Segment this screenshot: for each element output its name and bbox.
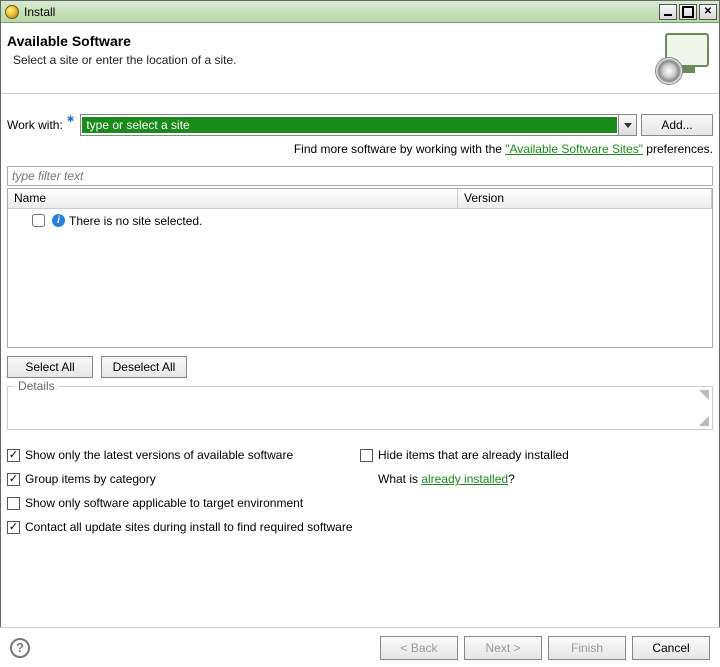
option-group-label: Group items by category: [25, 472, 156, 486]
window-title: Install: [24, 5, 657, 19]
selection-buttons: Select All Deselect All: [7, 356, 713, 378]
chevron-down-icon[interactable]: [618, 115, 636, 135]
title-bar: Install ✕: [1, 1, 719, 23]
options-area: Show only the latest versions of availab…: [7, 448, 713, 534]
available-software-sites-link[interactable]: "Available Software Sites": [505, 142, 643, 156]
column-version[interactable]: Version: [458, 189, 712, 208]
cancel-button[interactable]: Cancel: [632, 636, 710, 660]
next-button[interactable]: Next >: [464, 636, 542, 660]
checkbox-icon[interactable]: [7, 449, 20, 462]
row-checkbox[interactable]: [32, 214, 45, 227]
option-hide-installed-label: Hide items that are already installed: [378, 448, 569, 462]
empty-message: There is no site selected.: [69, 214, 202, 228]
page-title: Available Software: [7, 33, 659, 49]
column-name[interactable]: Name: [8, 189, 458, 208]
option-contact-sites[interactable]: Contact all update sites during install …: [7, 520, 360, 534]
option-target-env[interactable]: Show only software applicable to target …: [7, 496, 360, 510]
checkbox-icon[interactable]: [7, 473, 20, 486]
resize-grip-icon[interactable]: [699, 416, 709, 426]
resize-grip-icon[interactable]: [699, 390, 709, 400]
info-icon: i: [52, 214, 65, 227]
software-table: Name Version i There is no site selected…: [7, 188, 713, 348]
install-illustration: [659, 33, 709, 83]
find-more-text: Find more software by working with the "…: [7, 142, 713, 156]
details-group: Details: [7, 386, 713, 430]
option-contact-sites-label: Contact all update sites during install …: [25, 520, 353, 534]
table-body: i There is no site selected.: [8, 209, 712, 347]
help-icon[interactable]: ?: [10, 638, 30, 658]
option-latest-label: Show only the latest versions of availab…: [25, 448, 293, 462]
finish-button[interactable]: Finish: [548, 636, 626, 660]
table-header: Name Version: [8, 189, 712, 209]
minimize-button[interactable]: [659, 4, 677, 20]
header-panel: Available Software Select a site or ente…: [1, 23, 719, 94]
select-all-button[interactable]: Select All: [7, 356, 93, 378]
close-button[interactable]: ✕: [699, 4, 717, 20]
option-latest[interactable]: Show only the latest versions of availab…: [7, 448, 360, 462]
whatis-prefix: What is: [378, 472, 421, 486]
option-hide-installed[interactable]: Hide items that are already installed: [360, 448, 713, 462]
details-legend: Details: [14, 379, 59, 393]
find-more-suffix: preferences.: [643, 142, 713, 156]
checkbox-icon[interactable]: [7, 497, 20, 510]
back-button[interactable]: < Back: [380, 636, 458, 660]
table-row: i There is no site selected.: [8, 209, 712, 232]
maximize-button[interactable]: [679, 4, 697, 20]
work-with-label: Work with:: [7, 118, 63, 132]
window-controls: ✕: [657, 4, 717, 20]
footer: ? < Back Next > Finish Cancel: [0, 627, 720, 667]
page-subtitle: Select a site or enter the location of a…: [13, 53, 659, 67]
option-target-env-label: Show only software applicable to target …: [25, 496, 303, 510]
what-is-installed: What is already installed?: [360, 472, 713, 486]
app-icon: [5, 5, 19, 19]
work-with-row: Work with: ✱ type or select a site Add..…: [7, 114, 713, 136]
required-indicator: ✱: [67, 114, 75, 125]
already-installed-link[interactable]: already installed: [421, 472, 508, 486]
option-group[interactable]: Group items by category: [7, 472, 360, 486]
find-more-prefix: Find more software by working with the: [294, 142, 505, 156]
work-with-value: type or select a site: [82, 117, 617, 133]
checkbox-icon[interactable]: [7, 521, 20, 534]
work-with-combo[interactable]: type or select a site: [80, 114, 637, 136]
checkbox-icon[interactable]: [360, 449, 373, 462]
deselect-all-button[interactable]: Deselect All: [101, 356, 187, 378]
add-button[interactable]: Add...: [641, 114, 713, 136]
filter-input[interactable]: [7, 166, 713, 186]
whatis-suffix: ?: [508, 472, 515, 486]
